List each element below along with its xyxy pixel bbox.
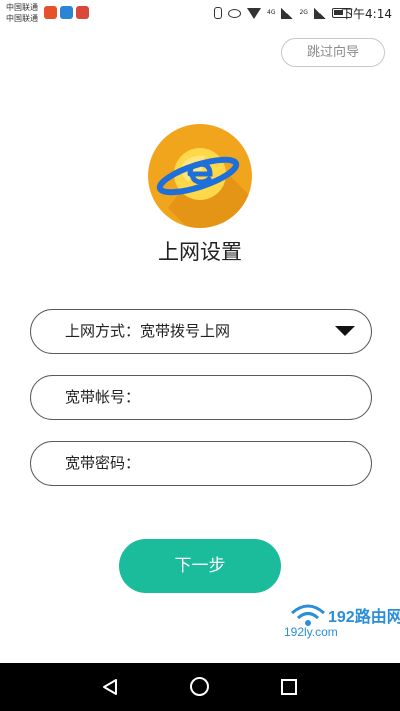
signal-icon-2: [313, 7, 326, 19]
carrier-label-1: 中国联通: [6, 3, 38, 12]
connection-type-select[interactable]: 上网方式：宽带拨号上网: [30, 309, 372, 354]
wifi-icon: [247, 7, 261, 19]
skip-wizard-button[interactable]: 跳过向导: [281, 38, 385, 67]
account-field[interactable]: 宽带帐号：: [30, 375, 372, 420]
password-label: 宽带密码：: [65, 454, 141, 472]
system-icons: 4G 2G: [214, 6, 352, 20]
message-app-icon: [60, 6, 73, 19]
account-input[interactable]: [155, 382, 355, 413]
page-title: 上网设置: [158, 240, 242, 264]
watermark-url: 192ly.com: [284, 625, 338, 639]
app-notification-icon: [76, 6, 89, 19]
clock: 下午4:14: [341, 7, 392, 21]
next-step-button[interactable]: 下一步: [119, 539, 281, 593]
signal-icon-1: [281, 7, 294, 19]
dropdown-arrow-icon[interactable]: [335, 326, 355, 336]
watermark: 192路由网 192ly.com: [284, 601, 400, 643]
bluetooth-icon: [214, 7, 222, 19]
network-badge-4g: 4G: [267, 9, 276, 16]
account-label: 宽带帐号：: [65, 388, 141, 406]
password-input[interactable]: [155, 448, 355, 479]
recent-apps-icon[interactable]: [281, 679, 297, 695]
back-icon[interactable]: [101, 678, 119, 696]
wifi-logo-icon: [291, 604, 325, 626]
carrier-labels: 中国联通 中国联通: [6, 2, 38, 24]
weibo-icon: [44, 6, 57, 19]
watermark-title: 192路由网: [328, 609, 400, 626]
home-icon[interactable]: [190, 677, 209, 696]
password-field[interactable]: 宽带密码：: [30, 441, 372, 486]
logo-graphic: [156, 148, 252, 228]
network-badge-2g: 2G: [299, 9, 308, 16]
globe-e-logo: [148, 124, 252, 228]
status-bar: 中国联通 中国联通 4G 2G 下午4:14: [0, 0, 400, 26]
eye-comfort-icon: [228, 8, 241, 18]
carrier-label-2: 中国联通: [6, 14, 38, 23]
notification-icons: [44, 6, 89, 19]
connection-type-label: 上网方式：宽带拨号上网: [65, 322, 231, 340]
navigation-bar: [0, 663, 400, 711]
